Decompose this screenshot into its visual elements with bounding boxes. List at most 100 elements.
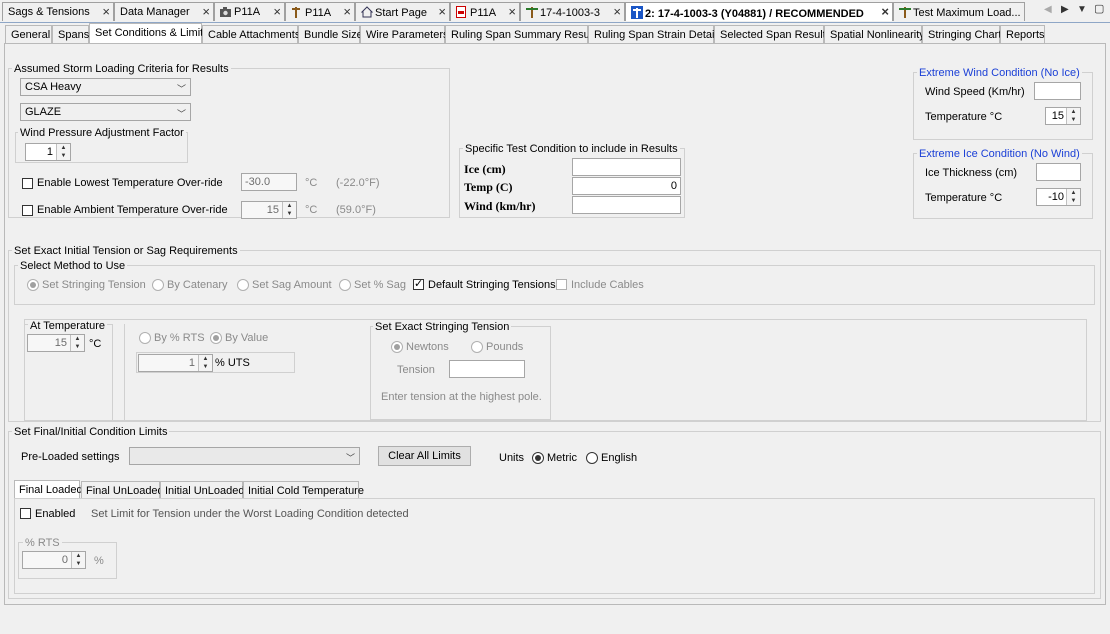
set-percent-sag-radio[interactable]: [339, 279, 351, 291]
ice-temp-spinner[interactable]: -10 ▲ ▼: [1036, 188, 1081, 206]
tab-label: General: [11, 29, 51, 41]
doc-tab-label: P11A: [234, 6, 261, 18]
close-icon[interactable]: ×: [202, 4, 210, 19]
tab-selected-span-results[interactable]: Selected Span Results: [714, 25, 831, 44]
enabled-checkbox[interactable]: [20, 508, 31, 519]
lowest-temp-label: Enable Lowest Temperature Over-ride: [37, 177, 223, 189]
doc-tab-17-4-1003-3[interactable]: 17-4-1003-3 ×: [520, 2, 625, 21]
set-sag-amount-radio[interactable]: [237, 279, 249, 291]
ambient-temp-spinner[interactable]: 15 ▲ ▼: [241, 201, 297, 219]
metric-label: Metric: [547, 452, 577, 464]
tab-ruling-span-summary[interactable]: Ruling Span Summary Results: [445, 25, 601, 44]
close-icon[interactable]: ×: [881, 4, 889, 19]
tab-label: Ruling Span Strain Details: [594, 29, 723, 41]
tab-ruling-span-strain[interactable]: Ruling Span Strain Details: [588, 25, 722, 44]
ice-type-select[interactable]: GLAZE ﹀: [20, 103, 191, 121]
spinner-arrows-icon[interactable]: ▲ ▼: [1066, 108, 1080, 124]
maximize-icon[interactable]: ▢: [1094, 2, 1104, 15]
doc-tab-start-page[interactable]: Start Page ×: [355, 2, 450, 21]
uts-spinner[interactable]: 1 ▲ ▼: [138, 354, 213, 372]
storm-loading-select[interactable]: CSA Heavy ﹀: [20, 78, 191, 96]
set-stringing-tension-radio[interactable]: [27, 279, 39, 291]
metric-radio[interactable]: [532, 452, 544, 464]
specific-ice-field[interactable]: [572, 158, 681, 176]
wind-temp-label: Temperature °C: [925, 111, 1003, 123]
wind-temp-spinner[interactable]: 15 ▲ ▼: [1045, 107, 1081, 125]
tab-reports[interactable]: Reports: [1000, 25, 1045, 44]
lowest-temp-field[interactable]: -30.0: [241, 173, 297, 191]
field-value: -30.0: [245, 176, 271, 188]
close-icon[interactable]: ×: [343, 4, 351, 19]
ambient-temp-fahrenheit: (59.0°F): [336, 204, 376, 216]
specific-temp-field[interactable]: 0: [572, 177, 681, 195]
ambient-temp-checkbox[interactable]: [22, 205, 33, 216]
tab-stringing-chart[interactable]: Stringing Chart: [922, 25, 1001, 44]
spinner-value: 1: [188, 357, 195, 369]
doc-tab-recommended[interactable]: 2: 17-4-1003-3 (Y04881) / RECOMMENDED ×: [625, 2, 893, 21]
spinner-arrows-icon[interactable]: ▲ ▼: [282, 202, 296, 218]
english-radio[interactable]: [586, 452, 598, 464]
by-catenary-radio[interactable]: [152, 279, 164, 291]
tension-hint: Enter tension at the highest pole.: [381, 391, 542, 403]
tab-label: Set Conditions & Limits: [95, 27, 209, 39]
doc-tab-sags-tensions[interactable]: Sags & Tensions ×: [2, 2, 114, 21]
spinner-value: 15: [266, 204, 279, 216]
pounds-radio[interactable]: [471, 341, 483, 353]
specific-ice-label: Ice (cm): [464, 162, 506, 176]
doc-tab-p11a-photo[interactable]: P11A ×: [214, 2, 285, 21]
default-stringing-checkbox[interactable]: [413, 277, 424, 290]
close-icon[interactable]: ×: [438, 4, 446, 19]
by-rts-radio[interactable]: [139, 332, 151, 344]
doc-tab-test-max-load[interactable]: Test Maximum Load...: [893, 2, 1025, 21]
tab-general[interactable]: General: [5, 25, 52, 44]
tab-spans[interactable]: Spans: [52, 25, 89, 44]
clear-all-limits-button[interactable]: Clear All Limits: [378, 446, 471, 466]
default-stringing-label: Default Stringing Tensions: [428, 279, 556, 291]
spinner-arrows-icon[interactable]: ▲ ▼: [1066, 189, 1080, 205]
spinner-arrows-icon[interactable]: ▲ ▼: [56, 144, 70, 160]
scroll-right-icon[interactable]: ▶: [1061, 4, 1069, 15]
ambient-temp-label: Enable Ambient Temperature Over-ride: [37, 204, 228, 216]
tab-list-icon[interactable]: ▼: [1077, 4, 1087, 15]
by-value-radio[interactable]: [210, 332, 222, 344]
doc-tab-label: Test Maximum Load...: [913, 7, 1021, 19]
tab-spatial-nonlinearity[interactable]: Spatial Nonlinearity: [824, 25, 925, 44]
button-label: Clear All Limits: [388, 450, 461, 462]
spinner-value: 15: [1051, 110, 1064, 122]
at-temperature-spinner[interactable]: 15 ▲ ▼: [27, 334, 85, 352]
tab-final-loaded[interactable]: Final Loaded: [14, 480, 83, 498]
rts-spinner[interactable]: 0 ▲ ▼: [22, 551, 86, 569]
doc-tab-p11a-pdf[interactable]: P11A ×: [450, 2, 520, 21]
tab-initial-unloaded[interactable]: Initial UnLoaded: [160, 481, 245, 499]
wind-speed-field[interactable]: [1034, 82, 1081, 100]
newtons-radio[interactable]: [391, 341, 403, 353]
doc-tab-p11a-pole[interactable]: P11A ×: [285, 2, 355, 21]
tension-field[interactable]: [449, 360, 525, 378]
doc-tab-data-manager[interactable]: Data Manager ×: [114, 2, 214, 21]
close-icon[interactable]: ×: [613, 4, 621, 19]
rts-title: % RTS: [23, 537, 62, 549]
close-icon[interactable]: ×: [102, 4, 110, 19]
tab-initial-cold-temperature[interactable]: Initial Cold Temperature: [243, 481, 364, 499]
extreme-wind-title: Extreme Wind Condition (No Ice): [917, 67, 1082, 79]
wind-factor-spinner[interactable]: 1 ▲ ▼: [25, 143, 71, 161]
spinner-arrows-icon[interactable]: ▲ ▼: [71, 552, 85, 568]
field-value: 0: [670, 180, 677, 192]
scroll-left-icon[interactable]: ◀: [1044, 4, 1052, 15]
tab-final-unloaded[interactable]: Final UnLoaded: [81, 481, 164, 499]
include-cables-checkbox[interactable]: [556, 279, 567, 290]
tab-cable-attachments[interactable]: Cable Attachments: [202, 25, 300, 44]
tab-set-conditions-limits[interactable]: Set Conditions & Limits: [89, 23, 209, 44]
specific-wind-field[interactable]: [572, 196, 681, 214]
close-icon[interactable]: ×: [508, 4, 516, 19]
close-icon[interactable]: ×: [273, 4, 281, 19]
specific-temp-label: Temp (C): [464, 180, 513, 194]
set-percent-sag-label: Set % Sag: [354, 279, 406, 291]
spinner-arrows-icon[interactable]: ▲ ▼: [70, 335, 84, 351]
ice-thickness-field[interactable]: [1036, 163, 1081, 181]
lowest-temp-checkbox[interactable]: [22, 178, 33, 189]
tab-wire-parameters[interactable]: Wire Parameters: [360, 25, 449, 44]
preloaded-select[interactable]: ﹀: [129, 447, 360, 465]
tab-bundle-size[interactable]: Bundle Size: [298, 25, 363, 44]
spinner-arrows-icon[interactable]: ▲ ▼: [198, 355, 212, 371]
